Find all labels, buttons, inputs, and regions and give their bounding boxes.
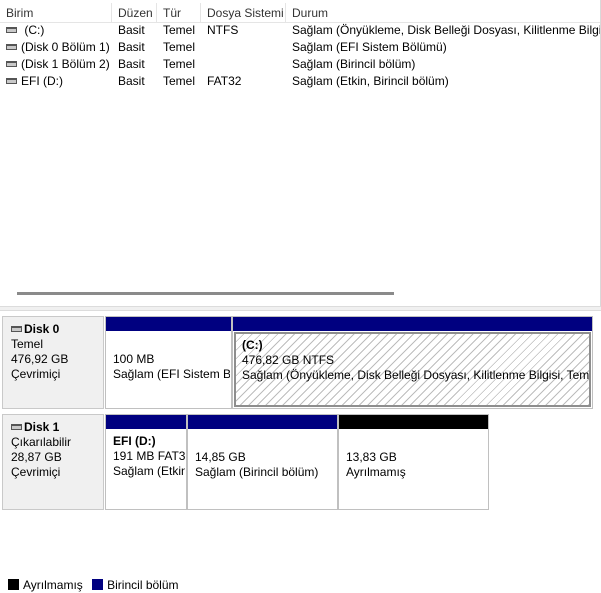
partition-efi-system[interactable]: 100 MB Sağlam (EFI Sistem Bölümü): [105, 316, 232, 409]
table-row[interactable]: (C:) Basit Temel NTFS Sağlam (Önyükleme,…: [0, 22, 601, 39]
type-cell: Temel: [163, 57, 196, 71]
partition-size: 100 MB: [113, 352, 155, 366]
filesystem-cell: [201, 56, 286, 73]
horizontal-scrollbar[interactable]: [0, 288, 600, 298]
partition-type-bar: [106, 415, 186, 429]
primary-swatch: [92, 579, 104, 591]
partition-status: Sağlam (Etkin: [113, 464, 185, 478]
volume-icon: [6, 60, 17, 67]
disk-name: Disk 0: [24, 322, 60, 336]
filesystem-cell: [201, 39, 286, 56]
status-cell: Sağlam (EFI Sistem Bölümü): [292, 40, 447, 54]
partition-status: Sağlam (Birincil bölüm): [195, 465, 319, 479]
disk-state: Çevrimiçi: [11, 465, 61, 479]
table-row[interactable]: (Disk 0 Bölüm 1) Basit Temel Sağlam (EFI…: [0, 39, 600, 56]
disk-row-disk-1: Disk 1 Çıkarılabilir 28,87 GB Çevrimiçi …: [0, 414, 601, 510]
type-cell: Temel: [163, 23, 196, 37]
partition-size: 476,82 GB NTFS: [242, 353, 335, 367]
layout-cell: Basit: [118, 40, 145, 54]
partition-type-bar: [233, 317, 592, 331]
partition-status: Sağlam (EFI Sistem Bölümü): [113, 367, 230, 381]
disk-kind: Temel: [11, 337, 44, 351]
partition-title: (C:): [242, 338, 263, 352]
disk-state: Çevrimiçi: [11, 367, 61, 381]
selected-partition-area: (C:) 476,82 GB NTFS Sağlam (Önyükleme, D…: [234, 332, 591, 407]
volume-list-view[interactable]: Birim Düzen Tür Dosya Sistemi Durum (C:)…: [0, 0, 601, 306]
partition-efi-d[interactable]: EFI (D:) 191 MB FAT32 Sağlam (Etkin: [105, 414, 187, 510]
unallocated-swatch: [8, 579, 19, 591]
table-row[interactable]: (Disk 1 Bölüm 2) Basit Temel Sağlam (Bir…: [0, 56, 600, 73]
volume-icon: [6, 43, 17, 50]
disk-kind: Çıkarılabilir: [11, 435, 72, 449]
volume-icon: [6, 77, 17, 84]
disk-size: 476,92 GB: [11, 352, 69, 366]
column-header-type[interactable]: Tür: [157, 3, 201, 23]
partition-unallocated[interactable]: 13,83 GB Ayrılmamış: [338, 414, 489, 510]
disk-name: Disk 1: [24, 420, 60, 434]
partition-disk-1-2[interactable]: 14,85 GB Sağlam (Birincil bölüm): [187, 414, 338, 510]
legend-item-primary: Birincil bölüm: [92, 578, 179, 592]
list-header: Birim Düzen Tür Dosya Sistemi Durum: [0, 3, 600, 23]
disk-icon: [11, 423, 22, 430]
table-row[interactable]: EFI (D:) Basit Temel FAT32 Sağlam (Etkin…: [0, 73, 600, 90]
filesystem-cell: NTFS: [207, 23, 239, 37]
scrollbar-thumb[interactable]: [17, 292, 394, 295]
type-cell: Temel: [163, 74, 196, 88]
partition-type-bar: [188, 415, 337, 429]
status-cell: Sağlam (Etkin, Birincil bölüm): [292, 74, 449, 88]
volume-name-cell: (Disk 0 Bölüm 1): [0, 39, 112, 56]
layout-cell: Basit: [118, 57, 145, 71]
disk-icon: [11, 325, 22, 332]
column-header-status[interactable]: Durum: [286, 3, 600, 23]
legend: Ayrılmamış Birincil bölüm: [0, 578, 601, 593]
partition-size: 14,85 GB: [195, 450, 246, 464]
status-cell: Sağlam (Birincil bölüm): [292, 57, 416, 71]
type-cell: Temel: [163, 40, 196, 54]
volume-name-cell: (Disk 1 Bölüm 2): [0, 56, 112, 73]
disk-info-panel[interactable]: Disk 1 Çıkarılabilir 28,87 GB Çevrimiçi: [2, 414, 104, 510]
partition-c-drive[interactable]: (C:) 476,82 GB NTFS Sağlam (Önyükleme, D…: [232, 316, 593, 409]
column-header-volume[interactable]: Birim: [0, 3, 112, 23]
column-header-filesystem[interactable]: Dosya Sistemi: [201, 3, 286, 23]
status-cell: Sağlam (Önyükleme, Disk Belleği Dosyası,…: [292, 23, 601, 37]
partition-type-bar: [339, 415, 488, 429]
filesystem-cell: FAT32: [207, 74, 242, 88]
partition-title: EFI (D:): [113, 434, 156, 448]
volume-name-cell: EFI (D:): [0, 73, 112, 90]
disk-map-view: Disk 0 Temel 476,92 GB Çevrimiçi 100 MB …: [0, 311, 601, 593]
disk-size: 28,87 GB: [11, 450, 62, 464]
partition-status: Sağlam (Önyükleme, Disk Belleği Dosyası,…: [242, 368, 591, 382]
partition-size: 191 MB FAT32: [113, 449, 185, 463]
partition-type-bar: [106, 317, 231, 331]
volume-rows: (C:) Basit Temel NTFS Sağlam (Önyükleme,…: [0, 22, 601, 90]
column-header-layout[interactable]: Düzen: [112, 3, 157, 23]
volume-icon: [6, 26, 17, 33]
layout-cell: Basit: [118, 74, 145, 88]
partition-status: Ayrılmamış: [346, 465, 406, 479]
partition-size: 13,83 GB: [346, 450, 397, 464]
disk-row-disk-0: Disk 0 Temel 476,92 GB Çevrimiçi 100 MB …: [0, 316, 601, 409]
layout-cell: Basit: [118, 23, 145, 37]
legend-item-unallocated: Ayrılmamış: [8, 578, 83, 592]
volume-name-cell: (C:): [0, 22, 112, 39]
disk-info-panel[interactable]: Disk 0 Temel 476,92 GB Çevrimiçi: [2, 316, 104, 409]
